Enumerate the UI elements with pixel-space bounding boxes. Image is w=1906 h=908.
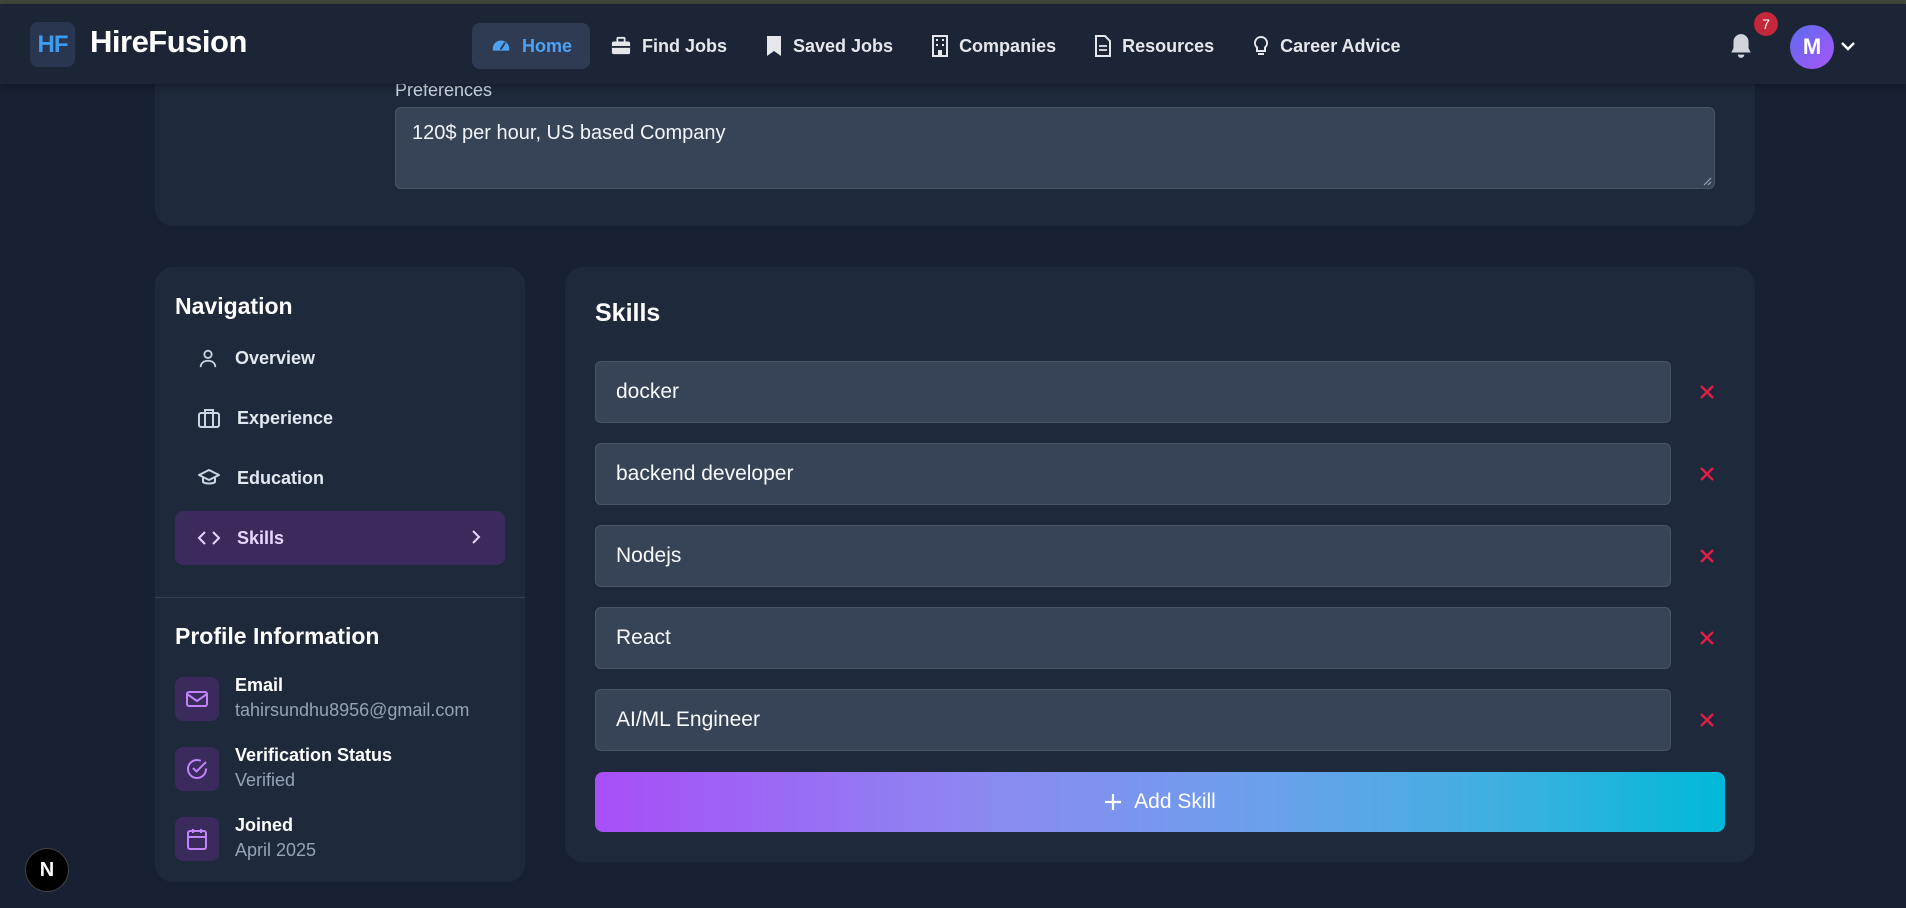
main-nav: Home Find Jobs Saved Jobs Companies Reso… [472, 23, 1421, 69]
bookmark-icon [767, 36, 782, 56]
nav-companies[interactable]: Companies [913, 23, 1074, 69]
close-icon [1700, 549, 1714, 563]
bell-icon[interactable] [1728, 32, 1754, 60]
nav-resources[interactable]: Resources [1076, 23, 1232, 69]
profile-verification-row: Verification Status Verified [175, 743, 505, 793]
sidebar-title: Navigation [175, 293, 293, 319]
briefcase-icon [198, 409, 220, 428]
lightbulb-icon [1254, 35, 1269, 55]
skill-input[interactable]: Nodejs [595, 525, 1671, 587]
remove-skill-button[interactable] [1692, 377, 1722, 407]
remove-skill-button[interactable] [1692, 541, 1722, 571]
briefcase-icon [611, 36, 631, 55]
sidebar-item-experience[interactable]: Experience [175, 391, 505, 445]
dev-tools-badge[interactable]: N [25, 848, 69, 892]
user-icon [199, 349, 217, 368]
close-icon [1700, 631, 1714, 645]
sidebar-item-label: Skills [237, 527, 285, 548]
add-skill-button[interactable]: Add Skill [595, 772, 1725, 832]
resize-handle-icon[interactable] [1702, 176, 1712, 186]
skill-input[interactable]: backend developer [595, 443, 1671, 505]
plus-icon [1105, 794, 1122, 810]
code-icon [197, 531, 221, 545]
app-name[interactable]: HireFusion [90, 24, 247, 60]
joined-value: April 2025 [235, 840, 317, 860]
sidebar-item-label: Experience [237, 407, 334, 428]
nav-companies-label: Companies [959, 35, 1057, 56]
nav-saved-jobs-label: Saved Jobs [793, 35, 894, 56]
skill-input[interactable]: React [595, 607, 1671, 669]
nav-resources-label: Resources [1122, 35, 1215, 56]
check-circle-icon [175, 747, 219, 791]
calendar-icon [175, 817, 219, 861]
sidebar-item-overview[interactable]: Overview [175, 331, 505, 385]
sidebar-item-label: Overview [235, 347, 316, 368]
sidebar-item-education[interactable]: Education [175, 451, 505, 505]
close-icon [1700, 713, 1714, 727]
nav-home[interactable]: Home [472, 23, 591, 69]
skill-input[interactable]: AI/ML Engineer [595, 689, 1671, 751]
notification-badge: 7 [1754, 12, 1778, 36]
add-skill-label: Add Skill [1134, 790, 1216, 813]
chevron-right-icon [472, 530, 481, 544]
skills-panel: Skills docker backend developer Nodejs R… [565, 267, 1755, 862]
nav-saved-jobs[interactable]: Saved Jobs [747, 23, 911, 69]
top-navbar: HF HireFusion Home Find Jobs Saved Jobs … [0, 4, 1906, 84]
document-icon [1095, 35, 1112, 57]
profile-email-row: Email tahirsundhu8956@gmail.com [175, 673, 505, 723]
mail-icon [175, 677, 219, 721]
verification-value: Verified [235, 770, 296, 790]
joined-label: Joined [235, 815, 294, 835]
profile-info-title: Profile Information [175, 623, 380, 649]
close-icon [1700, 385, 1714, 399]
sidebar-divider [155, 597, 525, 598]
email-value: tahirsundhu8956@gmail.com [235, 700, 470, 720]
profile-joined-row: Joined April 2025 [175, 813, 505, 863]
profile-sidebar: Navigation Overview Experience Education… [155, 267, 525, 882]
remove-skill-button[interactable] [1692, 623, 1722, 653]
skill-input[interactable]: docker [595, 361, 1671, 423]
logo-mark[interactable]: HF [30, 22, 75, 67]
sidebar-item-label: Education [237, 467, 325, 488]
remove-skill-button[interactable] [1692, 705, 1722, 735]
nav-find-jobs[interactable]: Find Jobs [592, 23, 745, 69]
chevron-down-icon[interactable] [1840, 40, 1856, 52]
preferences-textarea[interactable]: 120$ per hour, US based Company [395, 107, 1715, 189]
skills-title: Skills [595, 299, 661, 327]
close-icon [1700, 467, 1714, 481]
preferences-value: 120$ per hour, US based Company [412, 122, 726, 144]
remove-skill-button[interactable] [1692, 459, 1722, 489]
nav-home-label: Home [522, 35, 573, 56]
building-icon [932, 35, 949, 57]
nav-career-advice[interactable]: Career Advice [1234, 23, 1418, 69]
nav-career-advice-label: Career Advice [1280, 35, 1401, 56]
nav-find-jobs-label: Find Jobs [642, 35, 728, 56]
graduation-cap-icon [198, 469, 220, 485]
verification-label: Verification Status [235, 745, 393, 765]
sidebar-item-skills[interactable]: Skills [175, 511, 505, 565]
email-label: Email [235, 675, 284, 695]
dashboard-icon [492, 40, 510, 51]
avatar[interactable]: M [1790, 25, 1834, 69]
